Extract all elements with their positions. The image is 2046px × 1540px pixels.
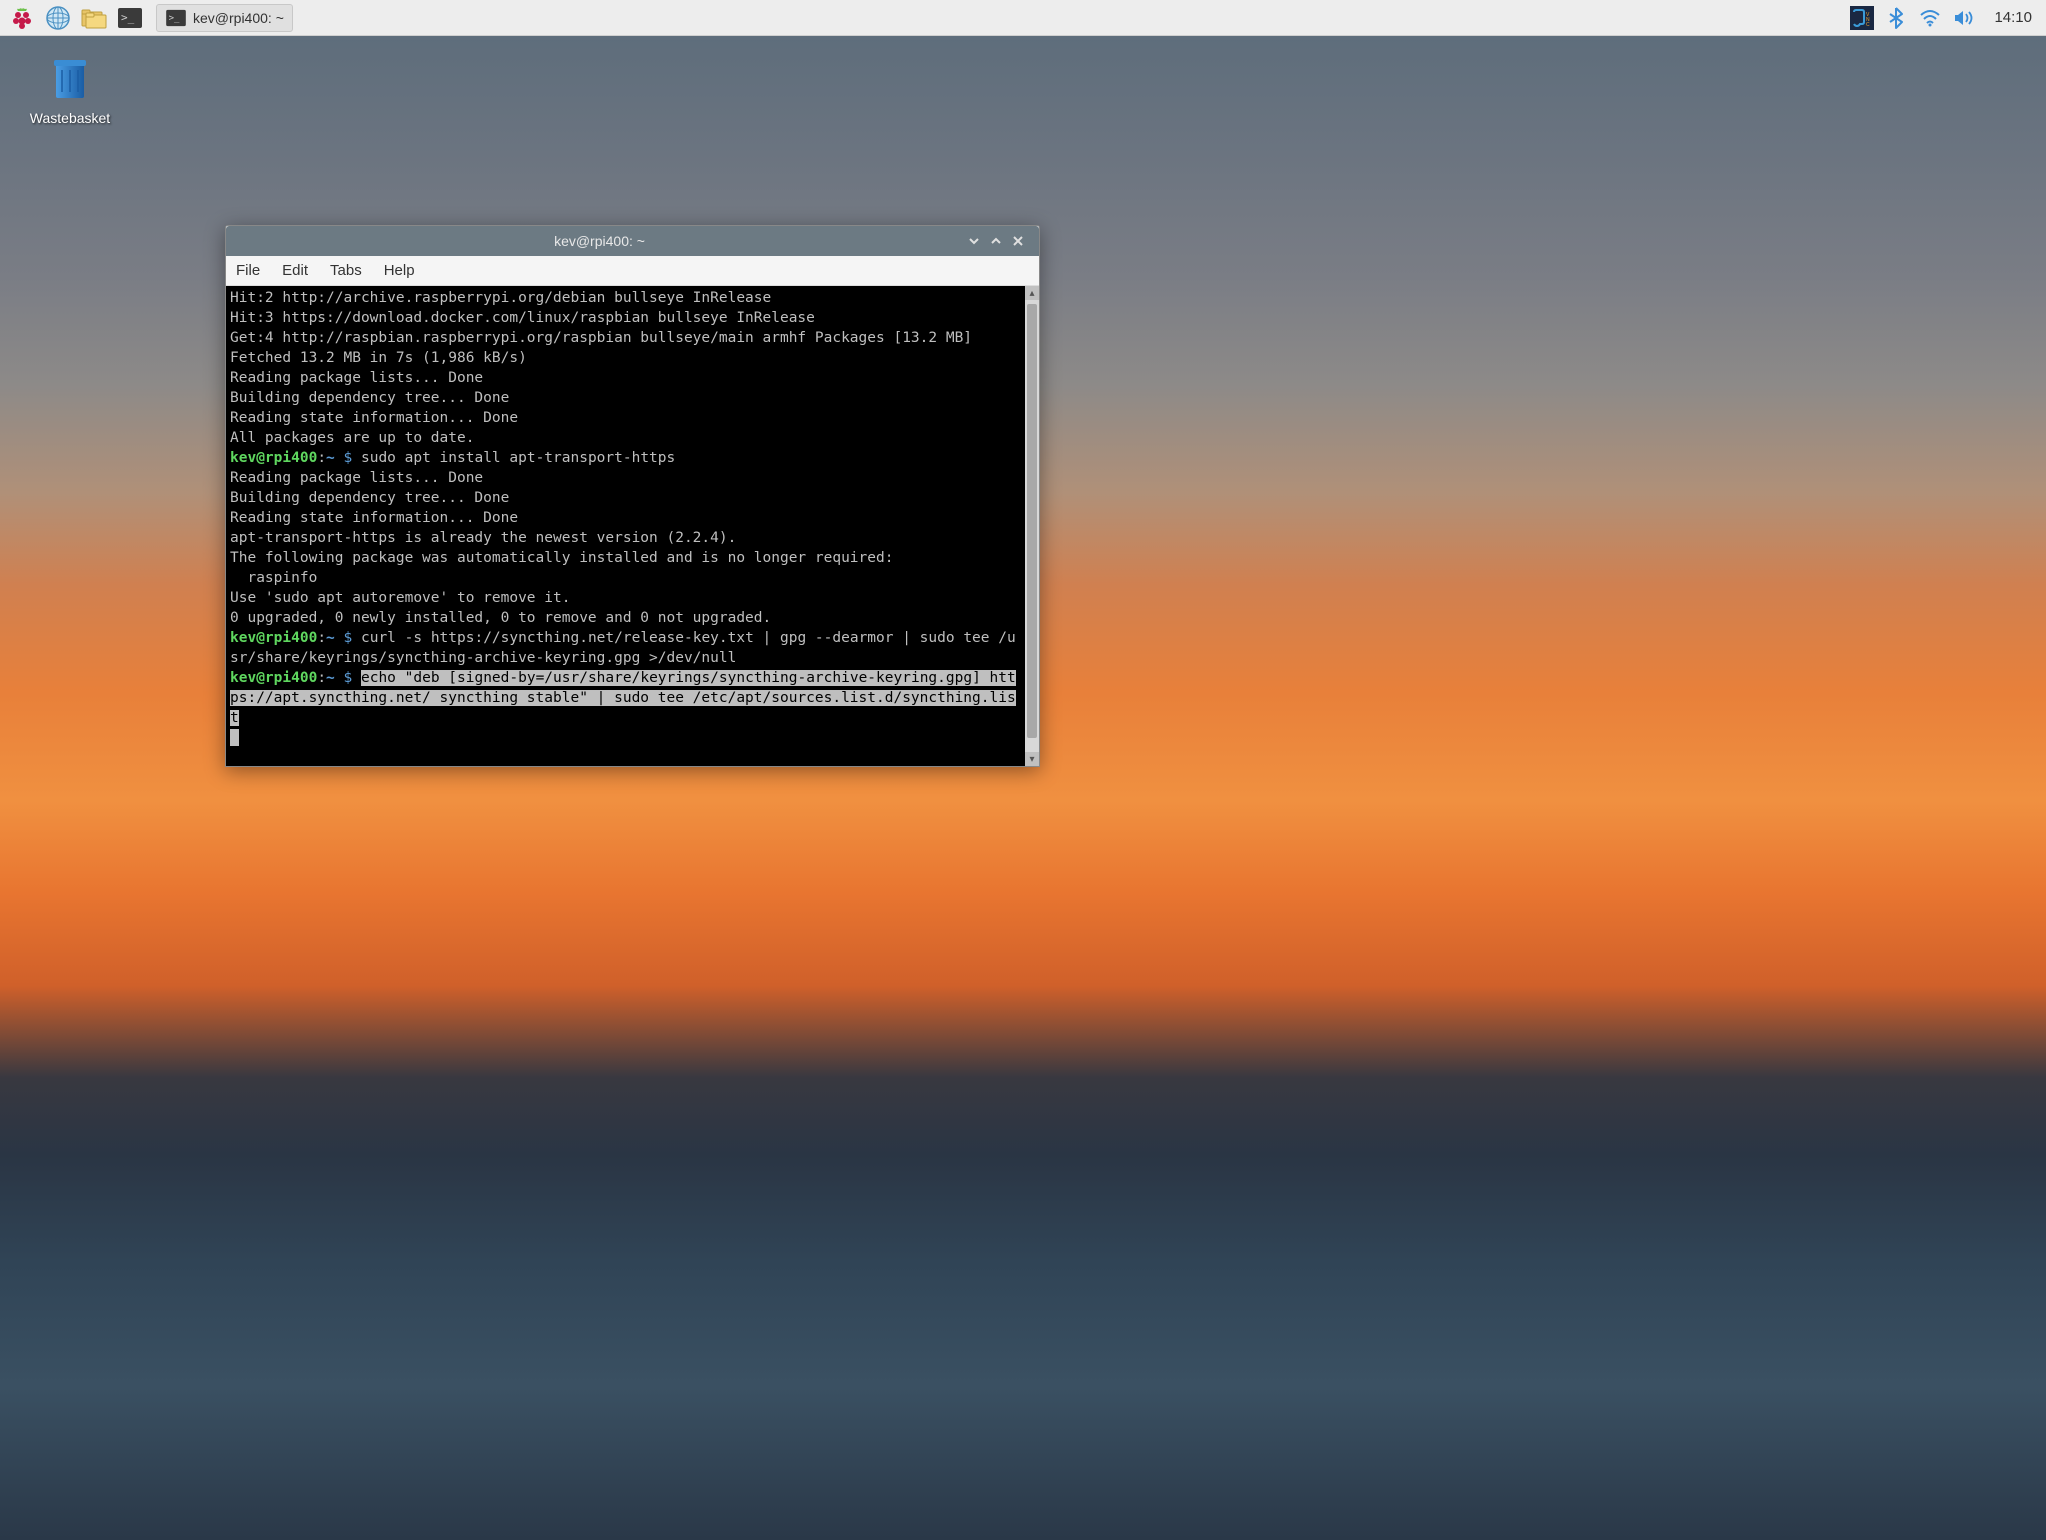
- prompt-dollar: $: [344, 670, 353, 686]
- term-line: Reading state information... Done: [230, 510, 518, 526]
- menu-tabs[interactable]: Tabs: [330, 262, 362, 279]
- terminal-body: Hit:2 http://archive.raspberrypi.org/deb…: [226, 286, 1039, 766]
- term-line: apt-transport-https is already the newes…: [230, 530, 736, 546]
- term-line: Hit:3 https://download.docker.com/linux/…: [230, 310, 815, 326]
- prompt-path: ~: [326, 670, 335, 686]
- maximize-button[interactable]: [985, 230, 1007, 252]
- terminal-icon: >_: [165, 9, 187, 27]
- scroll-up-icon[interactable]: ▴: [1025, 286, 1039, 300]
- term-line: The following package was automatically …: [230, 550, 893, 566]
- prompt-dollar: $: [344, 450, 353, 466]
- wastebasket-desktop-icon[interactable]: Wastebasket: [20, 50, 120, 126]
- file-manager-icon[interactable]: [78, 4, 110, 32]
- svg-text:>_: >_: [169, 13, 180, 23]
- prompt-path: ~: [326, 450, 335, 466]
- svg-text:C: C: [1866, 22, 1870, 28]
- wifi-icon[interactable]: [1918, 6, 1942, 30]
- menu-file[interactable]: File: [236, 262, 260, 279]
- term-line: Building dependency tree... Done: [230, 490, 509, 506]
- raspberry-menu-icon[interactable]: [6, 4, 38, 32]
- prompt-user: kev@rpi400: [230, 630, 317, 646]
- volume-icon[interactable]: [1952, 6, 1976, 30]
- bluetooth-icon[interactable]: [1884, 6, 1908, 30]
- window-title: kev@rpi400: ~: [236, 233, 963, 249]
- trash-icon: [42, 50, 98, 106]
- term-line: Reading package lists... Done: [230, 470, 483, 486]
- prompt-sep: :: [317, 630, 326, 646]
- prompt-dollar: $: [344, 630, 353, 646]
- prompt-sep: :: [317, 450, 326, 466]
- taskbar: >_ >_ kev@rpi400: ~ V N C: [0, 0, 2046, 36]
- menubar: File Edit Tabs Help: [226, 256, 1039, 286]
- scroll-thumb[interactable]: [1027, 304, 1037, 738]
- term-line: Reading package lists... Done: [230, 370, 483, 386]
- clock[interactable]: 14:10: [1986, 9, 2040, 26]
- minimize-button[interactable]: [963, 230, 985, 252]
- prompt-sep: :: [317, 670, 326, 686]
- term-line: Use 'sudo apt autoremove' to remove it.: [230, 590, 570, 606]
- browser-icon[interactable]: [42, 4, 74, 32]
- wastebasket-label: Wastebasket: [30, 110, 110, 126]
- taskbar-task-button[interactable]: >_ kev@rpi400: ~: [156, 4, 293, 32]
- term-command: sudo apt install apt-transport-https: [352, 450, 675, 466]
- term-line: 0 upgraded, 0 newly installed, 0 to remo…: [230, 610, 771, 626]
- task-button-label: kev@rpi400: ~: [193, 10, 284, 26]
- titlebar[interactable]: kev@rpi400: ~: [226, 226, 1039, 256]
- taskbar-left: >_ >_ kev@rpi400: ~: [6, 4, 293, 32]
- prompt-user: kev@rpi400: [230, 450, 317, 466]
- system-tray: V N C 14:10: [1850, 6, 2040, 30]
- term-line: Building dependency tree... Done: [230, 390, 509, 406]
- menu-edit[interactable]: Edit: [282, 262, 308, 279]
- term-line: All packages are up to date.: [230, 430, 474, 446]
- prompt-path: ~: [326, 630, 335, 646]
- svg-text:>_: >_: [121, 11, 135, 24]
- term-line: Fetched 13.2 MB in 7s (1,986 kB/s): [230, 350, 527, 366]
- term-line: Hit:2 http://archive.raspberrypi.org/deb…: [230, 290, 771, 306]
- menu-help[interactable]: Help: [384, 262, 415, 279]
- terminal-launcher-icon[interactable]: >_: [114, 4, 146, 32]
- cursor: [230, 729, 239, 746]
- terminal-content[interactable]: Hit:2 http://archive.raspberrypi.org/deb…: [226, 286, 1025, 766]
- scroll-down-icon[interactable]: ▾: [1025, 752, 1039, 766]
- vnc-icon[interactable]: V N C: [1850, 6, 1874, 30]
- prompt-user: kev@rpi400: [230, 670, 317, 686]
- term-line: Reading state information... Done: [230, 410, 518, 426]
- close-button[interactable]: [1007, 230, 1029, 252]
- scrollbar[interactable]: ▴ ▾: [1025, 286, 1039, 766]
- terminal-window: kev@rpi400: ~ File Edit Tabs Help Hit:2 …: [225, 225, 1040, 767]
- term-line: Get:4 http://raspbian.raspberrypi.org/ra…: [230, 330, 972, 346]
- term-line: raspinfo: [230, 570, 317, 586]
